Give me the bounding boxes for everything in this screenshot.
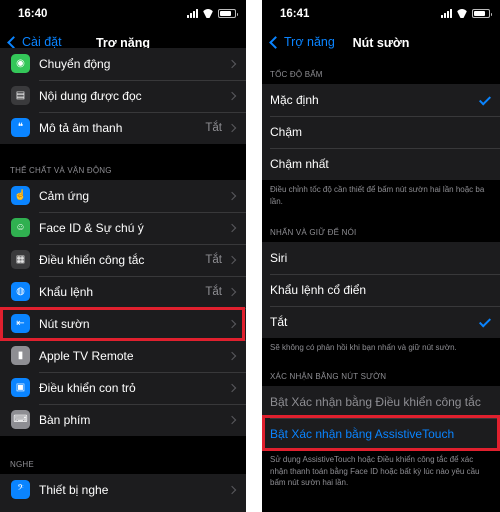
hearing-group: 𝄢 Thiết bị nghe xyxy=(0,474,246,512)
chevron-right-icon xyxy=(227,255,237,265)
row-spoken-content[interactable]: ▤ Nội dung được đọc xyxy=(0,80,246,112)
battery-icon xyxy=(218,9,238,18)
option-confirm-assistivetouch[interactable]: Bật Xác nhận bằng AssistiveTouch xyxy=(262,418,500,450)
chevron-right-icon xyxy=(227,223,237,233)
vision-group: ◉ Chuyển động ▤ Nội dung được đọc ❝ Mô t… xyxy=(0,48,246,144)
status-time: 16:41 xyxy=(280,8,310,20)
wifi-icon xyxy=(202,9,214,18)
hearing-devices-icon: 𝄢 xyxy=(11,480,30,499)
row-pointer-control[interactable]: ▣ Điều khiển con trỏ xyxy=(0,372,246,404)
row-touch[interactable]: ☝ Cảm ứng xyxy=(0,180,246,212)
section-header-press-hold: NHẤN VÀ GIỮ ĐỂ NÓI xyxy=(270,228,357,237)
battery-icon xyxy=(472,9,492,18)
row-label: Bàn phím xyxy=(39,413,91,427)
pointer-control-icon: ▣ xyxy=(11,378,30,397)
option-label: Tắt xyxy=(270,315,288,329)
page-title: Nút sườn xyxy=(352,36,410,50)
option-siri[interactable]: Siri xyxy=(262,242,500,274)
row-face-id[interactable]: ☺ Face ID & Sự chú ý xyxy=(0,212,246,244)
chevron-right-icon xyxy=(227,351,237,361)
option-classic-voice-control[interactable]: Khẩu lệnh cổ điển xyxy=(262,274,500,306)
option-label: Mặc định xyxy=(270,93,319,107)
motion-icon: ◉ xyxy=(11,54,30,73)
row-side-button[interactable]: ⇤ Nút sườn xyxy=(0,308,246,340)
checkmark-icon xyxy=(478,93,492,106)
chevron-right-icon xyxy=(227,91,237,101)
row-voice-control[interactable]: ◍ Khẩu lệnh Tắt xyxy=(0,276,246,308)
option-label: Bật Xác nhận bằng AssistiveTouch xyxy=(270,427,455,441)
spoken-content-icon: ▤ xyxy=(11,86,30,105)
option-label: Khẩu lệnh cổ điển xyxy=(270,283,367,297)
section-header-confirm: XÁC NHẬN BẰNG NÚT SƯỜN xyxy=(270,372,387,381)
chevron-right-icon xyxy=(227,485,237,495)
chevron-right-icon xyxy=(227,319,237,329)
section-header-physical: THỂ CHẤT VÀ VẬN ĐỘNG xyxy=(10,166,112,175)
apple-tv-remote-icon: ▮ xyxy=(11,346,30,365)
confirm-footer: Sử dụng AssistiveTouch hoặc Điều khiển c… xyxy=(270,455,480,487)
row-label: Chuyển động xyxy=(39,57,111,71)
option-label: Siri xyxy=(270,251,288,265)
status-bar: 16:40 xyxy=(0,0,246,28)
row-keyboard[interactable]: ⌨ Bàn phím xyxy=(0,404,246,436)
switch-control-icon: ▦ xyxy=(11,250,30,269)
row-value: Tắt xyxy=(205,254,222,266)
chevron-right-icon xyxy=(227,191,237,201)
row-label: Thiết bị nghe xyxy=(39,483,109,497)
option-confirm-switch-control[interactable]: Bật Xác nhận bằng Điều khiển công tắc xyxy=(262,386,500,418)
row-switch-control[interactable]: ▦ Điều khiển công tắc Tắt xyxy=(0,244,246,276)
row-label: Điều khiển con trỏ xyxy=(39,381,136,395)
option-slowest[interactable]: Chậm nhất xyxy=(262,148,500,180)
option-off[interactable]: Tắt xyxy=(262,306,500,338)
audio-descriptions-icon: ❝ xyxy=(11,118,30,137)
physical-group: ☝ Cảm ứng ☺ Face ID & Sự chú ý ▦ Điều kh… xyxy=(0,180,246,436)
press-hold-footer: Sẽ không có phản hồi khi bạn nhấn và giữ… xyxy=(270,343,457,352)
face-id-icon: ☺ xyxy=(11,218,30,237)
row-hearing-devices[interactable]: 𝄢 Thiết bị nghe xyxy=(0,474,246,506)
keyboard-icon: ⌨ xyxy=(11,410,30,429)
section-header-hearing: NGHE xyxy=(10,460,34,469)
section-header-click-speed: TỐC ĐỘ BẤM xyxy=(270,70,323,79)
signal-icon xyxy=(441,9,452,18)
chevron-right-icon xyxy=(227,59,237,69)
voice-control-icon: ◍ xyxy=(11,282,30,301)
chevron-right-icon xyxy=(227,415,237,425)
row-label: Mô tả âm thanh xyxy=(39,121,123,135)
nav-bar: Trợ năng Nút sườn xyxy=(262,28,500,58)
signal-icon xyxy=(187,9,198,18)
confirm-group: Bật Xác nhận bằng Điều khiển công tắc Bậ… xyxy=(262,386,500,450)
click-speed-footer: Điều chỉnh tốc độ cần thiết để bấm nút s… xyxy=(270,185,485,206)
option-default[interactable]: Mặc định xyxy=(262,84,500,116)
row-value: Tắt xyxy=(205,122,222,134)
row-apple-tv-remote[interactable]: ▮ Apple TV Remote xyxy=(0,340,246,372)
row-label: Nút sườn xyxy=(39,317,90,331)
row-label: Điều khiển công tắc xyxy=(39,253,145,267)
press-hold-group: Siri Khẩu lệnh cổ điển Tắt xyxy=(262,242,500,338)
option-label: Chậm xyxy=(270,125,303,139)
status-bar: 16:41 xyxy=(262,0,500,28)
row-label: Cảm ứng xyxy=(39,189,90,203)
chevron-right-icon xyxy=(227,287,237,297)
status-time: 16:40 xyxy=(18,8,48,20)
row-audio-descriptions[interactable]: ❝ Mô tả âm thanh Tắt xyxy=(0,112,246,144)
option-label: Chậm nhất xyxy=(270,157,329,171)
row-value: Tắt xyxy=(205,286,222,298)
wifi-icon xyxy=(456,9,468,18)
row-label: Khẩu lệnh xyxy=(39,285,94,299)
row-label: Apple TV Remote xyxy=(39,349,134,363)
side-button-screen: 16:41 Trợ năng Nút sườn TỐC ĐỘ BẤM Mặc đ… xyxy=(262,0,500,512)
touch-icon: ☝ xyxy=(11,186,30,205)
chevron-right-icon xyxy=(227,123,237,133)
option-slow[interactable]: Chậm xyxy=(262,116,500,148)
side-button-icon: ⇤ xyxy=(11,314,30,333)
row-motion[interactable]: ◉ Chuyển động xyxy=(0,48,246,80)
option-label: Bật Xác nhận bằng Điều khiển công tắc xyxy=(270,395,481,409)
checkmark-icon xyxy=(478,315,492,328)
chevron-right-icon xyxy=(227,383,237,393)
row-label: Nội dung được đọc xyxy=(39,89,142,103)
row-label: Face ID & Sự chú ý xyxy=(39,221,144,235)
click-speed-group: Mặc định Chậm Chậm nhất xyxy=(262,84,500,180)
accessibility-screen: 16:40 Cài đặt Trợ năng ◉ Chuyển động ▤ N… xyxy=(0,0,246,512)
